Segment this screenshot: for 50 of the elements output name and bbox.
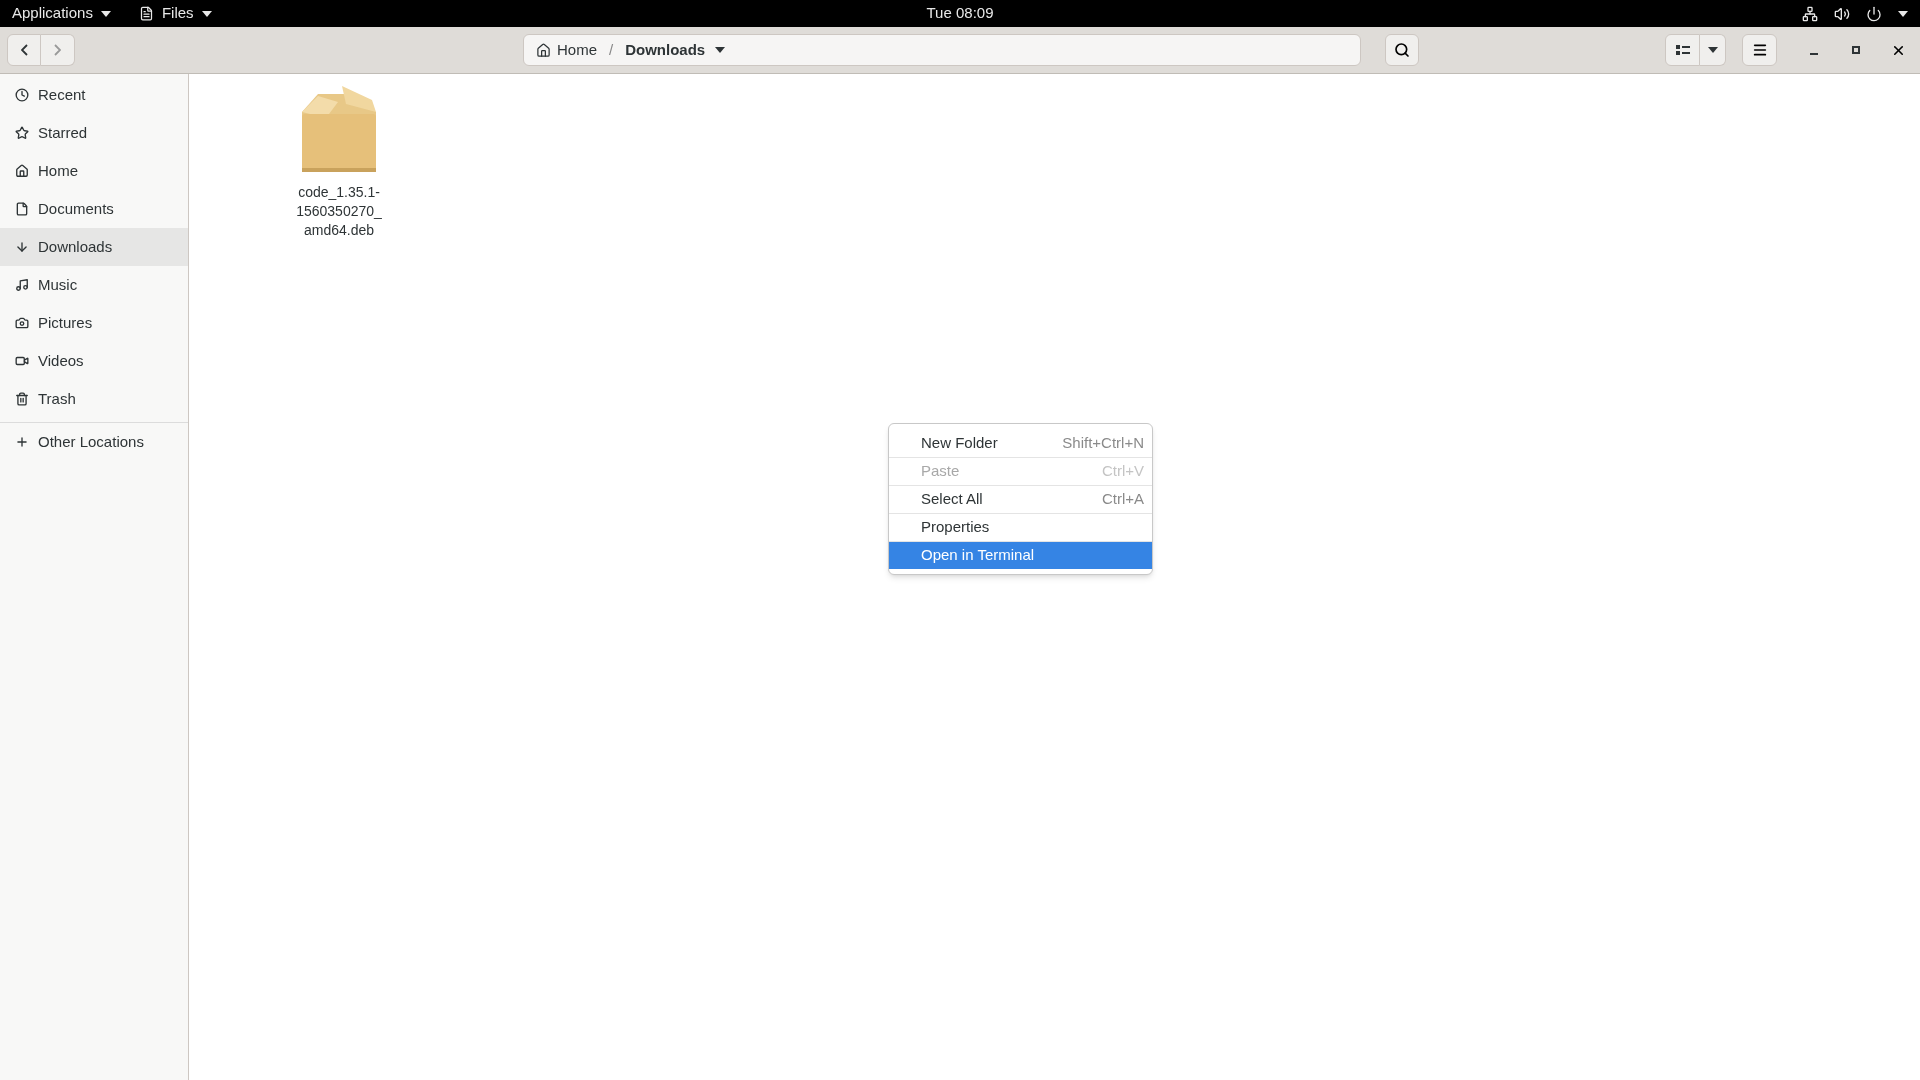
list-view-icon	[1675, 44, 1690, 56]
music-note-icon	[15, 278, 29, 292]
video-camera-icon	[15, 354, 29, 368]
power-icon[interactable]	[1866, 5, 1882, 22]
sidebar-item[interactable]: Videos	[0, 342, 188, 380]
sidebar-item[interactable]: Other Locations	[0, 427, 188, 457]
sidebar-item[interactable]: Home	[0, 152, 188, 190]
trash-icon	[15, 392, 29, 406]
search-icon	[1394, 42, 1410, 58]
files-app-menu[interactable]: Files	[138, 2, 212, 25]
view-toggle-button[interactable]	[1665, 34, 1700, 66]
plus-icon	[15, 435, 29, 449]
view-options-button[interactable]	[1700, 34, 1726, 66]
path-separator: /	[609, 39, 614, 60]
sidebar-item[interactable]: Pictures	[0, 304, 188, 342]
camera-icon	[15, 316, 29, 330]
files-icon	[138, 6, 154, 21]
sidebar-item[interactable]: Downloads	[0, 228, 188, 266]
caret-icon	[1707, 47, 1718, 53]
applications-menu[interactable]: Applications	[12, 2, 111, 25]
back-chevron-icon	[20, 44, 28, 56]
volume-icon[interactable]	[1834, 5, 1850, 22]
search-button[interactable]	[1385, 34, 1419, 66]
menu-item[interactable]: Open in Terminal	[889, 541, 1152, 569]
caret-icon	[715, 47, 726, 53]
menu-button[interactable]	[1742, 34, 1777, 66]
caret-icon	[201, 10, 212, 17]
path-home-button[interactable]: Home	[536, 38, 597, 62]
sidebar-item[interactable]: Documents	[0, 190, 188, 228]
sidebar-item[interactable]: Trash	[0, 380, 188, 418]
network-icon[interactable]	[1802, 5, 1818, 22]
down-arrow-icon	[15, 240, 29, 254]
caret-icon	[1898, 10, 1908, 17]
clock[interactable]: Tue 08:09	[926, 2, 994, 25]
file-item[interactable]: code_1.35.1-1560350270_amd64.deb	[287, 84, 391, 240]
star-icon	[15, 126, 29, 140]
sidebar-item[interactable]: Starred	[0, 114, 188, 152]
sidebar-item[interactable]: Music	[0, 266, 188, 304]
path-current-button[interactable]: Downloads	[625, 38, 726, 62]
menu-item[interactable]: New Folder Shift+Ctrl+N	[889, 429, 1152, 457]
menu-icon	[1751, 42, 1768, 58]
forward-chevron-icon	[54, 44, 61, 56]
home-icon	[536, 42, 551, 58]
document-icon	[15, 202, 29, 216]
menu-item[interactable]: Select All Ctrl+A	[889, 485, 1152, 513]
home-icon	[15, 164, 29, 178]
back-button[interactable]	[7, 34, 41, 66]
caret-icon	[100, 10, 111, 17]
sidebar-item[interactable]: Recent	[0, 76, 188, 114]
clock-icon	[15, 88, 29, 102]
